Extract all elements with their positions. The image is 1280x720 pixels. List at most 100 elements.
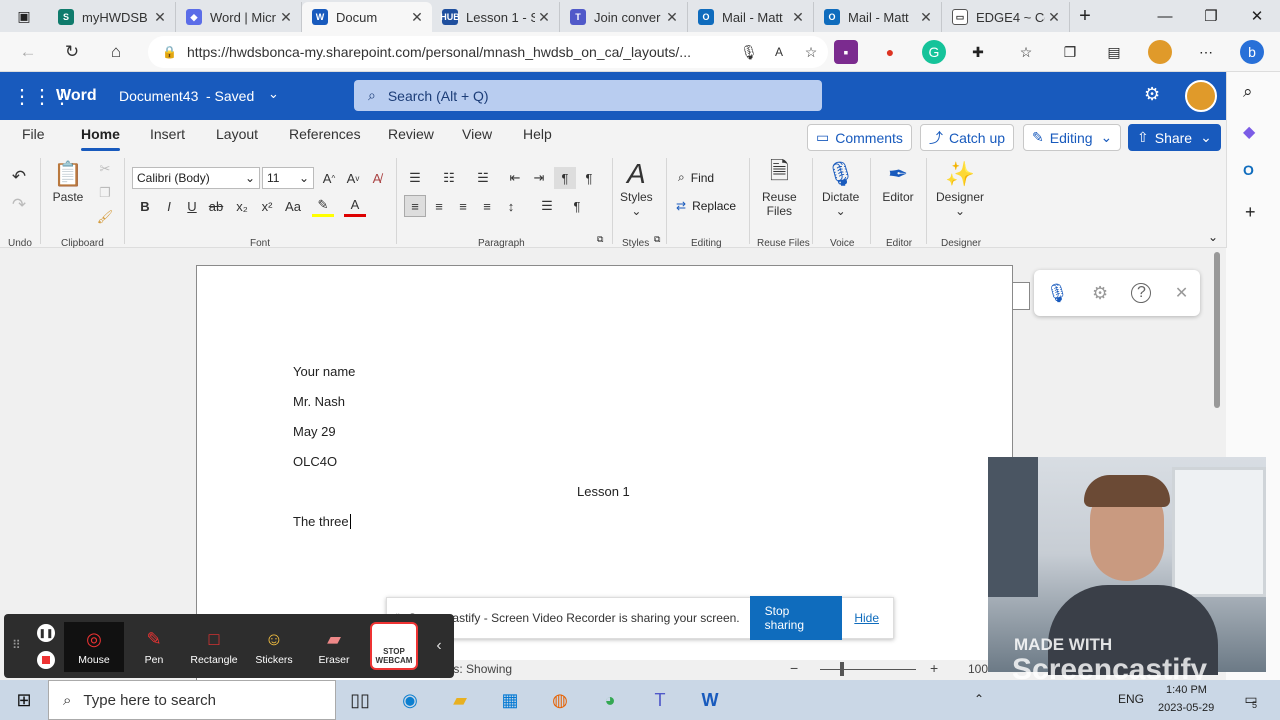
stop-sharing-button[interactable]: Stop sharing: [749, 596, 843, 640]
restore-button[interactable]: ❐: [1188, 0, 1234, 32]
comments-button[interactable]: ▭ Comments: [807, 124, 912, 151]
zoom-level[interactable]: 100: [968, 662, 988, 676]
bing-chat-icon[interactable]: b: [1240, 40, 1264, 64]
align-right-icon[interactable]: ≡: [452, 195, 474, 217]
catch-up-button[interactable]: ⤴ Catch up: [920, 124, 1015, 151]
cut-icon[interactable]: ✂: [94, 158, 116, 180]
justify-icon[interactable]: ≡: [476, 195, 498, 217]
webcam-overlay[interactable]: MADE WITH Screencastify: [988, 457, 1266, 685]
format-painter-icon[interactable]: 🖌: [94, 206, 116, 228]
tool-stickers[interactable]: ☺ Stickers: [244, 622, 304, 672]
copy-icon[interactable]: ❐: [94, 182, 116, 204]
tab-actions-icon[interactable]: ▣: [10, 6, 38, 26]
vertical-scrollbar[interactable]: [1214, 252, 1220, 408]
microphone-icon[interactable]: 🎙: [1046, 283, 1069, 304]
store-icon[interactable]: ▦: [490, 684, 530, 716]
extension-purple-icon[interactable]: ▪: [834, 40, 858, 64]
taskbar-search-box[interactable]: ⌕ Type here to search: [48, 680, 336, 720]
start-windows-icon[interactable]: ⊞: [4, 684, 44, 716]
align-center-icon[interactable]: ≡: [428, 195, 450, 217]
collapse-toolbar-icon[interactable]: ‹: [428, 618, 450, 674]
document-title[interactable]: Document43: [119, 88, 198, 104]
font-size-select[interactable]: 11 ⌄: [262, 167, 314, 189]
tab-references[interactable]: References: [289, 126, 361, 142]
chrome-icon[interactable]: ◕: [590, 684, 630, 716]
strikethrough-icon[interactable]: ab: [205, 195, 227, 217]
numbering-icon[interactable]: ☷: [438, 167, 460, 189]
sidebar-search-icon[interactable]: ⌕: [1243, 82, 1253, 102]
firefox-icon[interactable]: ◍: [540, 684, 580, 716]
bold-icon[interactable]: B: [134, 195, 156, 217]
find-button[interactable]: ⌕ Find: [678, 170, 714, 185]
align-left-icon[interactable]: ≡: [404, 195, 426, 217]
share-button[interactable]: ⇧ Share ⌄: [1128, 124, 1221, 151]
italic-icon[interactable]: I: [158, 195, 180, 217]
grammarly-icon[interactable]: G: [922, 40, 946, 64]
tab-help[interactable]: Help: [523, 126, 552, 142]
tab-review[interactable]: Review: [388, 126, 434, 142]
dictate-button[interactable]: 🎙 Dictate ⌄: [822, 158, 859, 219]
zoom-out-icon[interactable]: −: [790, 660, 798, 676]
doc-line-text[interactable]: The three: [293, 514, 351, 529]
edge-taskbar-icon[interactable]: ◉: [390, 684, 430, 716]
sidebar-add-icon[interactable]: +: [1245, 202, 1256, 223]
show-hidden-icons-icon[interactable]: ⌃: [974, 692, 984, 706]
increase-indent-icon[interactable]: ⇥: [528, 167, 550, 189]
line-spacing-icon[interactable]: ↕: [500, 195, 522, 217]
browser-tab[interactable]: O Mail - Matt ✕: [814, 2, 942, 32]
change-case-icon[interactable]: Aa: [282, 195, 304, 217]
tab-close-icon[interactable]: ✕: [663, 9, 681, 26]
stop-recording-icon[interactable]: [37, 651, 55, 669]
font-name-select[interactable]: Calibri (Body) ⌄: [132, 167, 260, 189]
favorites-icon[interactable]: ☆: [1014, 40, 1038, 64]
tool-eraser[interactable]: ▰ Eraser: [304, 622, 364, 672]
favorite-star-icon[interactable]: ☆: [794, 44, 828, 61]
reuse-files-button[interactable]: 🗎 Reuse Files: [762, 158, 797, 219]
tool-pen[interactable]: ✎ Pen: [124, 622, 184, 672]
tab-layout[interactable]: Layout: [216, 126, 258, 142]
designer-button[interactable]: ✨ Designer ⌄: [936, 158, 984, 219]
collapse-ribbon-icon[interactable]: ⌄: [1208, 230, 1218, 244]
paragraph-spacing-icon[interactable]: ☰: [536, 195, 558, 217]
tab-home[interactable]: Home: [81, 126, 120, 151]
tool-mouse[interactable]: ◎ Mouse: [64, 622, 124, 672]
app-name[interactable]: Word: [56, 87, 97, 105]
new-tab-button[interactable]: +: [1072, 4, 1098, 28]
home-icon[interactable]: ⌂: [102, 38, 130, 66]
paragraph-launcher-icon[interactable]: ⧉: [597, 234, 603, 245]
shrink-font-icon[interactable]: Av: [342, 167, 364, 189]
tab-file[interactable]: File: [22, 126, 45, 142]
styles-launcher-icon[interactable]: ⧉: [654, 234, 660, 245]
highlight-icon[interactable]: ✎: [312, 195, 334, 217]
rtl-icon[interactable]: ¶: [554, 167, 576, 189]
show-marks-icon[interactable]: ¶: [566, 195, 588, 217]
tab-view[interactable]: View: [462, 126, 492, 142]
subscript-icon[interactable]: x₂: [231, 195, 253, 217]
tab-close-icon[interactable]: ✕: [1045, 9, 1063, 26]
zoom-thumb[interactable]: [840, 662, 844, 676]
decrease-indent-icon[interactable]: ⇤: [504, 167, 526, 189]
notification-icon[interactable]: ▭: [1240, 688, 1262, 710]
screencastify-extension-icon[interactable]: ●: [878, 40, 902, 64]
chevron-down-icon[interactable]: ⌄: [268, 86, 279, 102]
more-menu-icon[interactable]: ⋯: [1194, 40, 1218, 64]
hide-button[interactable]: Hide: [854, 611, 879, 625]
language-indicator[interactable]: ENG: [1118, 692, 1144, 706]
browser-tab[interactable]: ◆ Word | Micr ✕: [176, 2, 302, 32]
microphone-icon[interactable]: 🎙: [734, 44, 764, 61]
browser-tab[interactable]: W Docum ✕: [302, 2, 432, 32]
stop-webcam-button[interactable]: STOP WEBCAM: [370, 622, 418, 670]
profile-avatar[interactable]: [1148, 40, 1172, 64]
sidebar-outlook-icon[interactable]: O: [1243, 162, 1254, 178]
browser-tab[interactable]: O Mail - Matt ✕: [688, 2, 814, 32]
browser-tab[interactable]: T Join conver ✕: [560, 2, 688, 32]
settings-gear-icon[interactable]: ⚙: [1144, 84, 1160, 105]
taskbar-date[interactable]: 2023-05-29: [1158, 702, 1214, 714]
sidebar-copilot-icon[interactable]: ◆: [1243, 122, 1255, 142]
collections-icon[interactable]: ❐: [1058, 40, 1082, 64]
teams-icon[interactable]: T: [640, 684, 680, 716]
close-icon[interactable]: ✕: [1175, 283, 1188, 303]
drag-handle-icon[interactable]: ⠿: [12, 638, 21, 652]
extensions-puzzle-icon[interactable]: ✚: [966, 40, 990, 64]
editor-button[interactable]: ✒ Editor: [882, 158, 914, 205]
